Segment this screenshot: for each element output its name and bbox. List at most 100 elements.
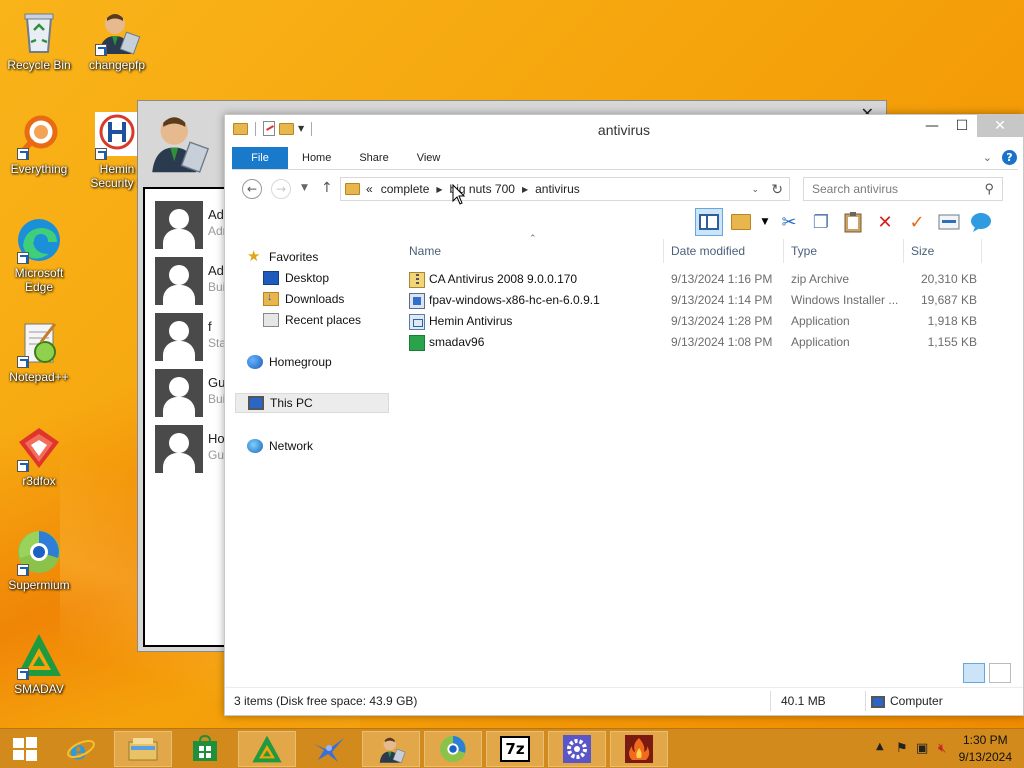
nav-item-this-pc[interactable]: This PC — [235, 393, 389, 413]
recent-locations-dropdown-icon[interactable]: ▼ — [301, 183, 308, 193]
desktop-icon-recycle-bin[interactable]: Recycle Bin — [0, 8, 78, 72]
navigation-pane-button[interactable] — [695, 208, 723, 236]
column-header-size[interactable]: Size — [911, 239, 934, 263]
column-header-name[interactable]: Name — [409, 239, 441, 263]
title-bar[interactable]: ▼ antivirus — ☐ ✕ — [225, 115, 1023, 146]
address-dropdown-icon[interactable]: ⌄ — [751, 184, 759, 195]
nav-item-recent-places[interactable]: Recent places — [263, 310, 361, 330]
breadcrumb-item[interactable]: complete — [381, 182, 430, 196]
action-center-flag-icon[interactable]: ⚑ — [896, 741, 908, 756]
refresh-icon[interactable]: ↻ — [771, 181, 783, 198]
account-item[interactable]: f Sta — [155, 313, 235, 363]
taskbar-file-explorer[interactable] — [114, 731, 172, 767]
desktop-icon-everything[interactable]: Everything — [0, 112, 78, 176]
desktop-icon-r3dfox[interactable]: r3dfox — [0, 424, 78, 488]
file-row[interactable]: smadav96 9/13/2024 1:08 PM Application 1… — [401, 332, 1021, 353]
breadcrumb-separator-icon[interactable]: ▶ — [436, 185, 442, 194]
ribbon-controls: ⌄ ? — [983, 150, 1017, 165]
maximize-button[interactable]: ☐ — [947, 115, 977, 137]
tab-view[interactable]: View — [403, 147, 455, 169]
shortcut-arrow-icon — [17, 460, 29, 472]
chat-bubble-icon[interactable] — [967, 208, 995, 236]
up-button[interactable]: ↑ — [321, 180, 333, 196]
file-row[interactable]: fpav-windows-x86-hc-en-6.0.9.1 9/13/2024… — [401, 290, 1021, 311]
column-divider[interactable] — [903, 239, 904, 263]
account-item[interactable]: Adr Bui — [155, 257, 235, 307]
column-divider[interactable] — [981, 239, 982, 263]
breadcrumb-separator-icon[interactable]: ▶ — [522, 185, 528, 194]
taskbar-internet-explorer[interactable]: e — [52, 731, 110, 767]
desktop-icon-notepad-plus-plus[interactable]: Notepad++ — [0, 320, 78, 384]
taskbar-settings[interactable] — [548, 731, 606, 767]
desktop-icon-microsoft-edge[interactable]: Microsoft Edge — [0, 216, 78, 294]
minimize-button[interactable]: — — [917, 115, 947, 137]
shortcut-arrow-icon — [17, 356, 29, 368]
navigation-pane: ★ Favorites Desktop Downloads Recent pla… — [233, 243, 393, 683]
delete-icon[interactable]: ✕ — [871, 208, 899, 236]
column-divider[interactable] — [783, 239, 784, 263]
column-header-type[interactable]: Type — [791, 239, 817, 263]
taskbar-7zip[interactable]: 7z — [486, 731, 544, 767]
organize-dropdown-icon[interactable]: ▼ — [759, 208, 771, 236]
nav-item-favorites[interactable]: ★ Favorites — [247, 247, 318, 267]
large-icons-view-button[interactable] — [989, 663, 1011, 683]
search-input[interactable]: Search antivirus ⚲ — [803, 177, 1003, 201]
account-item[interactable]: Gue Bui — [155, 369, 235, 419]
desktop-icon-label: SMADAV — [14, 682, 64, 696]
column-divider[interactable] — [663, 239, 664, 263]
tab-home[interactable]: Home — [288, 147, 345, 169]
properties-icon[interactable] — [935, 208, 963, 236]
account-item[interactable]: Adr Adr — [155, 201, 235, 251]
address-bar[interactable]: « complete ▶ big nuts 700 ▶ antivirus ⌄ … — [340, 177, 790, 201]
copy-icon[interactable]: ❐ — [807, 208, 835, 236]
paste-icon[interactable] — [839, 208, 867, 236]
expand-ribbon-chevron-icon[interactable]: ⌄ — [983, 151, 992, 164]
details-view-button[interactable] — [963, 663, 985, 683]
tab-file[interactable]: File — [232, 147, 288, 169]
tab-share[interactable]: Share — [345, 147, 402, 169]
folder-icon — [345, 183, 360, 195]
nav-label: Favorites — [269, 250, 319, 264]
file-row[interactable]: CA Antivirus 2008 9.0.0.170 9/13/2024 1:… — [401, 269, 1021, 290]
column-header-date-modified[interactable]: Date modified — [671, 239, 745, 263]
taskbar-store[interactable] — [176, 731, 234, 767]
nav-item-network[interactable]: Network — [247, 436, 313, 456]
desktop-icon-supermium[interactable]: Supermium — [0, 528, 78, 592]
system-tray: ▲ ⚑ ▣ 🔇︎ 1:30 PM 9/13/2024 — [844, 729, 1024, 768]
nav-item-desktop[interactable]: Desktop — [263, 268, 329, 288]
rename-check-icon[interactable]: ✓ — [903, 208, 931, 236]
file-row[interactable]: Hemin Antivirus 9/13/2024 1:28 PM Applic… — [401, 311, 1021, 332]
network-status-icon[interactable]: ▣ — [916, 741, 928, 756]
clock[interactable]: 1:30 PM 9/13/2024 — [959, 732, 1012, 766]
close-button[interactable]: ✕ — [977, 115, 1023, 137]
nav-item-downloads[interactable]: Downloads — [263, 289, 344, 309]
taskbar-changepfp[interactable] — [362, 731, 420, 767]
desktop-icon-changepfp[interactable]: changepfp — [78, 8, 156, 72]
file-explorer-window: ▼ antivirus — ☐ ✕ File Home Share View ⌄… — [224, 114, 1024, 716]
nav-item-homegroup[interactable]: Homegroup — [247, 352, 332, 372]
taskbar-supermium[interactable] — [424, 731, 482, 767]
cut-icon[interactable]: ✂ — [775, 208, 803, 236]
homegroup-icon — [247, 355, 263, 369]
shortcut-arrow-icon — [17, 148, 29, 160]
help-icon[interactable]: ? — [1002, 150, 1017, 165]
breadcrumb-overflow[interactable]: « — [366, 182, 373, 196]
breadcrumb-item[interactable]: antivirus — [535, 182, 580, 196]
recent-places-icon — [263, 313, 279, 327]
organize-folder-button[interactable] — [727, 208, 755, 236]
start-button[interactable] — [0, 731, 50, 767]
taskbar: e 7z ▲ ⚑ ▣ 🔇︎ 1:30 PM 9/13/2024 — [0, 728, 1024, 768]
back-button[interactable]: ← — [242, 179, 262, 199]
taskbar-bird-app[interactable] — [300, 731, 358, 767]
show-hidden-icons-chevron-icon[interactable]: ▲ — [876, 741, 884, 752]
volume-muted-icon[interactable]: 🔇︎ — [938, 741, 946, 756]
recycle-bin-icon — [15, 8, 63, 56]
taskbar-flame-app[interactable] — [610, 731, 668, 767]
forward-button[interactable]: → — [271, 179, 291, 199]
account-item[interactable]: Hor Gue — [155, 425, 235, 475]
desktop-icon-smadav[interactable]: SMADAV — [0, 632, 78, 696]
taskbar-smadav[interactable] — [238, 731, 296, 767]
avatar — [155, 313, 203, 361]
clock-date: 9/13/2024 — [958, 750, 1012, 764]
desktop-icon-label: Microsoft Edge — [14, 266, 64, 294]
